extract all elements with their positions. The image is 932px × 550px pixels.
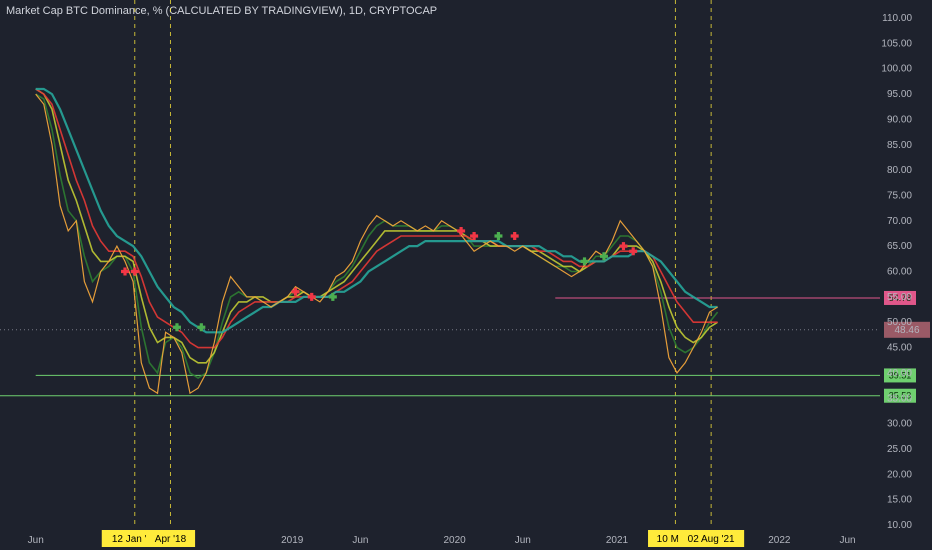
y-tick-label: 30.00 — [887, 419, 912, 430]
x-tick-label: 2020 — [443, 535, 466, 546]
y-tick-label: 90.00 — [887, 114, 912, 125]
y-tick-label: 15.00 — [887, 495, 912, 506]
event-date-label: 02 Aug '21 — [688, 534, 735, 545]
x-tick-label: Jun — [839, 535, 855, 546]
y-tick-label: 60.00 — [887, 267, 912, 278]
y-tick-label: 40.00 — [887, 368, 912, 379]
sell-signal-marker — [619, 242, 628, 251]
buy-signal-marker — [172, 323, 181, 332]
event-lines: 12 Jan '18Apr '18 10 May '02 Aug '21 — [101, 0, 745, 547]
y-tick-label: 110.00 — [882, 13, 912, 24]
price-series — [35, 93, 718, 395]
x-tick-label: 2022 — [768, 535, 791, 546]
y-tick-label: 50.00 — [887, 317, 912, 328]
y-tick-label: 55.00 — [887, 292, 912, 303]
y-tick-label: 45.00 — [887, 343, 912, 354]
y-tick-label: 105.00 — [881, 38, 912, 49]
buy-signal-marker — [580, 257, 589, 266]
x-tick-label: 2019 — [281, 535, 304, 546]
x-tick-label: Jun — [515, 535, 531, 546]
buy-signal-marker — [328, 292, 337, 301]
y-axis: 110.00 105.00 100.00 95.00 90.00 85.00 80.00 75… — [881, 13, 912, 531]
x-tick-label: Jun — [28, 535, 44, 546]
event-date-label: Apr '18 — [155, 534, 187, 545]
y-tick-label: 25.00 — [887, 444, 912, 455]
y-tick-label: 65.00 — [887, 241, 912, 252]
sell-signal-marker — [307, 292, 316, 301]
x-tick-label: 2021 — [606, 535, 629, 546]
y-tick-label: 80.00 — [887, 165, 912, 176]
sell-signal-marker — [510, 232, 519, 241]
x-tick-label: Jun — [352, 535, 368, 546]
signal-markers — [121, 226, 638, 332]
buy-signal-marker — [494, 232, 503, 241]
y-tick-label: 20.00 — [887, 469, 912, 480]
y-tick-label: 95.00 — [887, 89, 912, 100]
dominance-chart[interactable]: 12 Jan '18Apr '18 10 May '02 Aug '21 54.7… — [0, 0, 932, 550]
y-tick-label: 35.00 — [887, 393, 912, 404]
y-tick-label: 75.00 — [887, 190, 912, 201]
y-tick-label: 85.00 — [887, 140, 912, 151]
price-line — [35, 93, 718, 395]
y-tick-label: 10.00 — [887, 520, 912, 531]
y-tick-label: 70.00 — [887, 216, 912, 227]
ma-slowest-line — [35, 87, 718, 334]
y-tick-label: 100.00 — [881, 64, 912, 75]
